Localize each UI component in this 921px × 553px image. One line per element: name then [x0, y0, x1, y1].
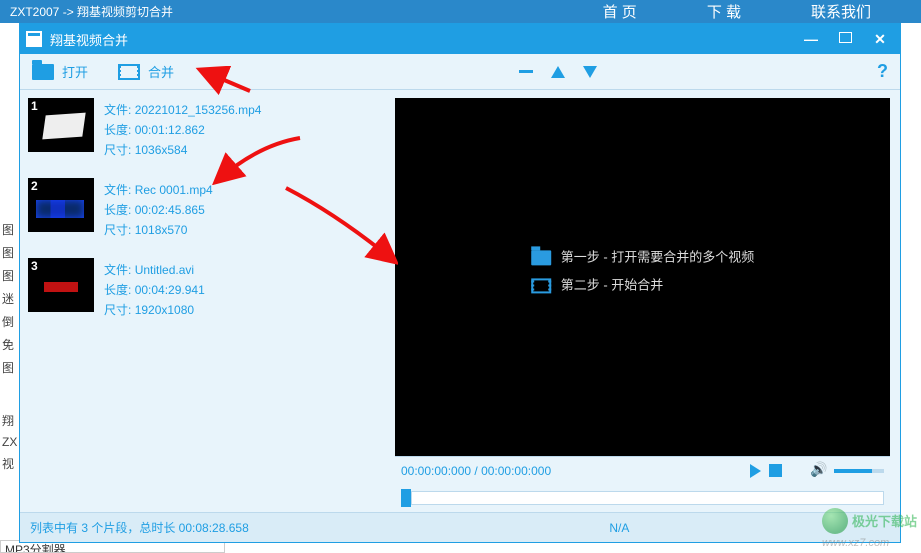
clip-filename: Rec 0001.mp4: [135, 183, 213, 197]
nav-contact[interactable]: 联系我们: [811, 1, 871, 22]
time-display: 00:00:00:000 / 00:00:00:000: [401, 464, 551, 478]
merge-button[interactable]: 合并: [118, 62, 174, 81]
clip-item[interactable]: 3 文件: Untitled.avi 长度: 00:04:29.941 尺寸: …: [28, 258, 377, 320]
hint-step2: 第二步 - 开始合并: [561, 271, 664, 299]
film-icon: [531, 278, 551, 293]
clip-size: 1018x570: [135, 223, 188, 237]
clip-length: 00:04:29.941: [135, 283, 205, 297]
window-title: 翔基视频合并: [50, 30, 128, 49]
status-bar: 列表中有 3 个片段，总时长 00:08:28.658 N/A: [20, 512, 900, 542]
transport-bar: 00:00:00:000 / 00:00:00:000: [395, 456, 890, 484]
outer-header: ZXT2007 -> 翔基视频剪切合并 首 页 下 载 联系我们: [0, 0, 921, 23]
window-close-button[interactable]: [866, 30, 894, 48]
nav-home[interactable]: 首 页: [603, 1, 637, 22]
folder-icon: [32, 64, 54, 80]
hint-step1: 第一步 - 打开需要合并的多个视频: [561, 243, 755, 271]
outer-nav: 首 页 下 载 联系我们: [603, 1, 911, 22]
clip-thumbnail: 3: [28, 258, 94, 312]
remove-button[interactable]: [519, 70, 533, 73]
window-minimize-button[interactable]: [797, 30, 825, 48]
seek-bar[interactable]: [395, 484, 890, 508]
clip-filename: Untitled.avi: [135, 263, 194, 277]
clip-size: 1920x1080: [135, 303, 194, 317]
clip-meta: 文件: Rec 0001.mp4 长度: 00:02:45.865 尺寸: 10…: [104, 178, 213, 240]
clip-list: 1 文件: 20221012_153256.mp4 长度: 00:01:12.8…: [20, 90, 385, 512]
app-icon: [26, 31, 42, 47]
volume-slider[interactable]: [834, 469, 884, 473]
film-icon: [118, 64, 140, 80]
clip-length: 00:01:12.862: [135, 123, 205, 137]
clip-thumbnail: 1: [28, 98, 94, 152]
seek-handle[interactable]: [401, 489, 411, 507]
help-button[interactable]: ?: [877, 61, 888, 82]
clip-meta: 文件: 20221012_153256.mp4 长度: 00:01:12.862…: [104, 98, 261, 160]
open-button[interactable]: 打开: [32, 62, 88, 81]
title-bar[interactable]: 翔基视频合并: [20, 24, 900, 54]
nav-download[interactable]: 下 载: [707, 1, 741, 22]
background-sidebar: 图 图 图 迷 倒 免 图 翔 ZX 视: [0, 23, 20, 553]
window-maximize-button[interactable]: [839, 32, 852, 43]
clip-meta: 文件: Untitled.avi 长度: 00:04:29.941 尺寸: 19…: [104, 258, 205, 320]
player-panel: 第一步 - 打开需要合并的多个视频 第二步 - 开始合并 00:00:00:00…: [385, 90, 900, 512]
toolbar: 打开 合并 ?: [20, 54, 900, 90]
clip-item[interactable]: 2 文件: Rec 0001.mp4 长度: 00:02:45.865 尺寸: …: [28, 178, 377, 240]
breadcrumb: ZXT2007 -> 翔基视频剪切合并: [10, 3, 173, 20]
status-left: 列表中有 3 个片段，总时长 00:08:28.658: [30, 519, 249, 536]
app-window: 翔基视频合并 打开 合并 ? 1: [19, 23, 901, 543]
stop-button[interactable]: [769, 464, 782, 477]
status-right: N/A: [509, 521, 629, 535]
volume-icon[interactable]: [812, 464, 826, 478]
clip-length: 00:02:45.865: [135, 203, 205, 217]
clip-item[interactable]: 1 文件: 20221012_153256.mp4 长度: 00:01:12.8…: [28, 98, 377, 160]
move-down-button[interactable]: [583, 66, 597, 78]
clip-filename: 20221012_153256.mp4: [135, 103, 262, 117]
move-up-button[interactable]: [551, 66, 565, 78]
play-button[interactable]: [750, 464, 761, 478]
clip-size: 1036x584: [135, 143, 188, 157]
clip-thumbnail: 2: [28, 178, 94, 232]
folder-icon: [531, 250, 551, 265]
video-preview[interactable]: 第一步 - 打开需要合并的多个视频 第二步 - 开始合并: [395, 98, 890, 456]
